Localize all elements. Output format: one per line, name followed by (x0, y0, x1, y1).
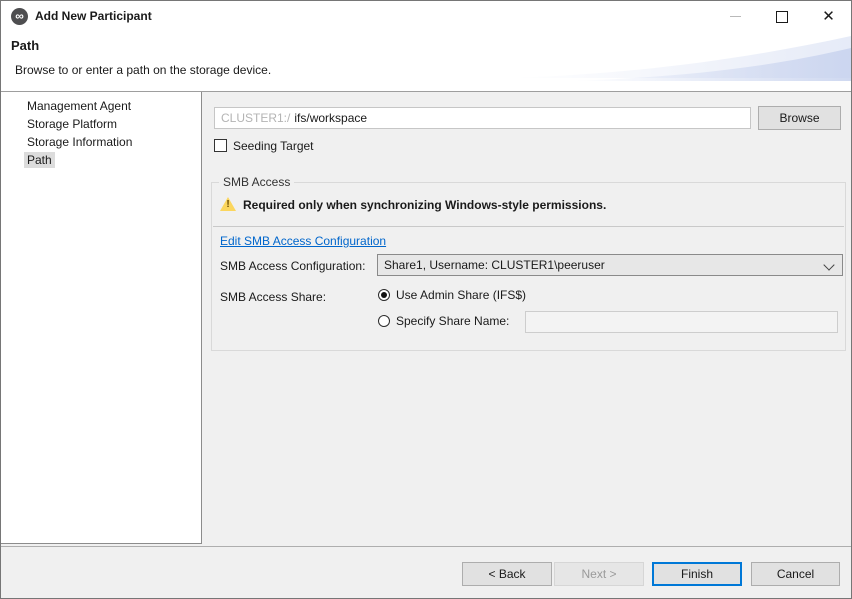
title-bar: ∞ Add New Participant ✕ (1, 1, 851, 32)
smb-access-group-title: SMB Access (219, 175, 294, 189)
seeding-target-label: Seeding Target (233, 139, 314, 153)
close-button[interactable]: ✕ (804, 1, 852, 32)
smb-share-label: SMB Access Share: (220, 290, 326, 304)
smb-config-selected-value: Share1, Username: CLUSTER1\peeruser (384, 258, 605, 272)
minimize-icon (730, 16, 741, 17)
sidebar-item-storage-information[interactable]: Storage Information (1, 133, 201, 151)
back-button[interactable]: < Back (462, 562, 552, 586)
sidebar-item-storage-platform[interactable]: Storage Platform (1, 115, 201, 133)
smb-access-group: SMB Access ! Required only when synchron… (211, 182, 846, 351)
specify-share-label: Specify Share Name: (396, 314, 509, 328)
smb-config-label: SMB Access Configuration: (220, 259, 365, 273)
warning-icon-glyph: ! (218, 197, 238, 213)
smb-config-dropdown[interactable]: Share1, Username: CLUSTER1\peeruser (377, 254, 843, 276)
window-title: Add New Participant (35, 9, 152, 23)
minimize-button[interactable] (713, 1, 758, 32)
banner-swoosh-graphic (511, 32, 851, 91)
chevron-down-icon (823, 259, 834, 270)
footer-separator (1, 546, 851, 547)
admin-share-radio[interactable] (378, 289, 390, 301)
admin-share-option-row[interactable]: Use Admin Share (IFS$) (378, 288, 526, 303)
sidebar-item-path[interactable]: Path (1, 151, 201, 169)
edit-smb-access-link[interactable]: Edit SMB Access Configuration (220, 234, 386, 248)
smb-warning-text: Required only when synchronizing Windows… (243, 198, 606, 212)
seeding-target-row[interactable]: Seeding Target (214, 139, 314, 154)
sidebar-item-management-agent[interactable]: Management Agent (1, 97, 201, 115)
path-prefix: CLUSTER1:/ (221, 111, 290, 125)
app-icon: ∞ (11, 8, 28, 25)
next-button[interactable]: Next > (554, 562, 644, 586)
specify-share-name-input[interactable] (525, 311, 838, 333)
cancel-button[interactable]: Cancel (751, 562, 840, 586)
path-value: ifs/workspace (294, 111, 367, 125)
finish-button[interactable]: Finish (652, 562, 742, 586)
browse-button[interactable]: Browse (758, 106, 841, 130)
wizard-header: Path Browse to or enter a path on the st… (1, 32, 851, 92)
specify-share-radio[interactable] (378, 315, 390, 327)
specify-share-option-row[interactable]: Specify Share Name: (378, 314, 509, 329)
admin-share-label: Use Admin Share (IFS$) (396, 288, 526, 302)
wizard-steps-sidebar: Management Agent Storage Platform Storag… (1, 92, 202, 544)
path-input[interactable]: CLUSTER1:/ ifs/workspace (214, 107, 751, 129)
page-title: Path (11, 38, 39, 53)
page-subtitle: Browse to or enter a path on the storage… (15, 63, 271, 77)
maximize-button[interactable] (759, 1, 804, 32)
maximize-icon (776, 11, 788, 23)
add-new-participant-dialog: ∞ Add New Participant ✕ Path Browse to o… (0, 0, 852, 599)
seeding-target-checkbox[interactable] (214, 139, 227, 152)
group-separator (213, 226, 844, 227)
